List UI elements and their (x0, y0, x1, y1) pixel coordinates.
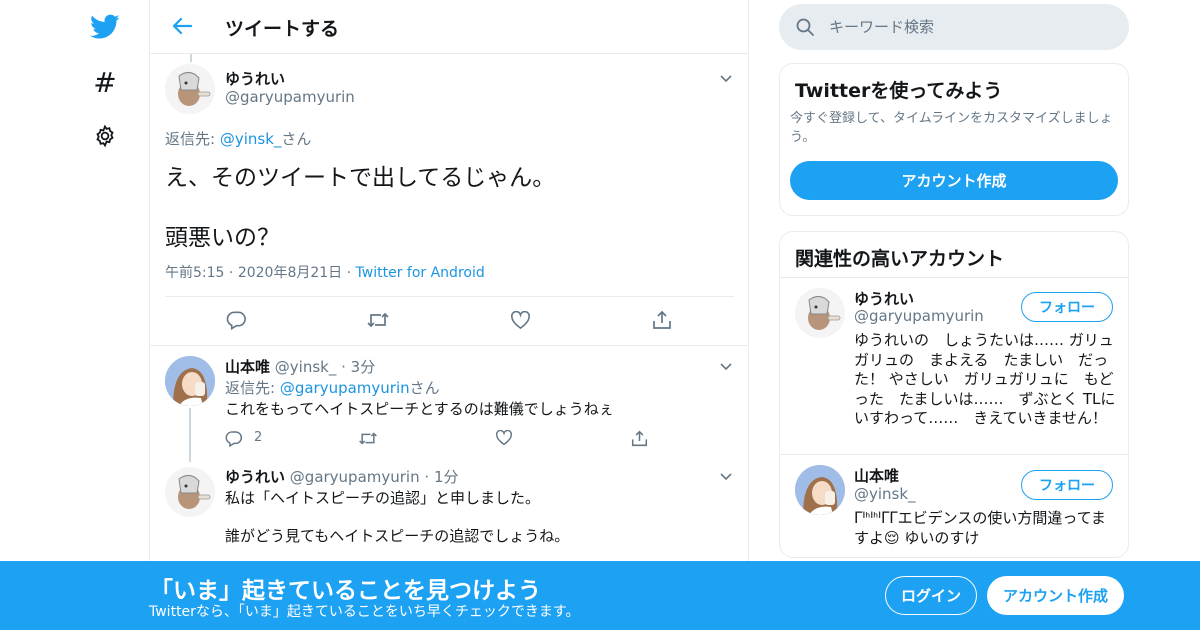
avatar[interactable] (165, 64, 215, 114)
reply-mention-link[interactable]: @garyupamyurin (280, 379, 410, 397)
card-title: 関連性の高いアカウント (795, 248, 1005, 270)
card-description: 今すぐ登録して、タイムラインをカスタマイズしましょう。 (790, 111, 1113, 145)
signup-button[interactable]: アカウント作成 (987, 576, 1124, 615)
account-bio: ᒥᑊᑋᑊᑋᑊᒥᒥエビデンスの使い方間違ってますよ😌 ゆいのすけ (854, 509, 1106, 547)
tweet-text-line: 誰がどう見てもヘイトスピーチの追認でしょうね。 (225, 527, 570, 545)
tweet-time[interactable]: 3分 (351, 358, 376, 376)
reply-header: 山本唯 @yinsk_ · 3分 (225, 356, 375, 377)
like-heart-icon[interactable] (508, 308, 532, 332)
search-icon (795, 17, 815, 37)
twitter-bird-icon[interactable] (88, 10, 122, 44)
author-name[interactable]: ゆうれい (225, 68, 285, 89)
retweet-icon[interactable] (366, 308, 390, 332)
page-header: ツイートする (150, 0, 748, 54)
signup-card: Twitterを使ってみよう 今すぐ登録して、タイムラインをカスタマイズしましょ… (779, 63, 1129, 216)
avatar[interactable] (795, 288, 845, 338)
reply-mention-link[interactable]: @yinsk_ (220, 130, 282, 148)
tweet-date[interactable]: 2020年8月21日 (238, 265, 342, 281)
reply-tweet[interactable]: ゆうれい @garyupamyurin · 1分 私は「ヘイトスピーチの追認」と… (150, 462, 748, 562)
share-icon[interactable] (627, 426, 651, 450)
separator: · (336, 358, 351, 376)
account-handle[interactable]: @yinsk_ (854, 485, 916, 503)
author-handle[interactable]: @garyupamyurin (290, 468, 420, 486)
reply-icon[interactable] (224, 308, 248, 332)
reply-header: ゆうれい @garyupamyurin · 1分 (225, 466, 458, 487)
reply-prefix: 返信先: (225, 379, 280, 397)
search-input[interactable] (829, 4, 1119, 50)
page: # ツイートする ゆうれい @garyupamyurin 返信先: @yinsk… (0, 0, 1200, 630)
search-box[interactable] (779, 4, 1129, 50)
tweet-column: ツイートする ゆうれい @garyupamyurin 返信先: @yinsk_さ… (149, 0, 749, 630)
left-nav: # (0, 0, 150, 630)
login-button[interactable]: ログイン (885, 576, 977, 615)
divider (165, 296, 734, 297)
main-tweet: ゆうれい @garyupamyurin 返信先: @yinsk_さん え、そのツ… (150, 54, 748, 346)
tweet-text: これをもってヘイトスピーチとするのは難儀でしょうねぇ (225, 400, 614, 418)
tweet-text-line: 頭悪いの？ (165, 225, 280, 251)
account-name[interactable]: ゆうれい (854, 288, 914, 309)
reply-suffix: さん (281, 130, 312, 148)
account-bio: ゆうれいの しょうたいは…… ガリュガリュの まよえる たましい だった！ やさ… (854, 331, 1116, 427)
tweet-actions (150, 308, 748, 334)
chevron-down-icon[interactable] (718, 468, 734, 484)
tweet-time[interactable]: 1分 (434, 468, 459, 486)
explore-hash-icon[interactable]: # (88, 65, 122, 99)
avatar[interactable] (165, 356, 215, 406)
author-name[interactable]: ゆうれい (225, 468, 285, 486)
tweet-time[interactable]: 午前5:15 (165, 265, 224, 281)
tweet-actions: 2 (225, 426, 725, 448)
reply-icon[interactable] (222, 426, 246, 450)
separator: · (342, 265, 356, 281)
author-handle[interactable]: @garyupamyurin (225, 88, 355, 106)
banner-subtitle: Twitterなら、「いま」起きていることをいち早くチェックできます。 (149, 604, 580, 620)
chevron-down-icon[interactable] (718, 358, 734, 374)
chevron-down-icon[interactable] (718, 70, 734, 86)
retweet-icon[interactable] (356, 426, 380, 450)
signup-banner: 「いま」起きていることを見つけよう Twitterなら、「いま」起きていることを… (0, 561, 1200, 630)
reply-to: 返信先: @yinsk_さん (165, 128, 311, 149)
follow-button[interactable]: フォロー (1021, 292, 1113, 322)
card-title: Twitterを使ってみよう (795, 80, 1003, 102)
reply-to: 返信先: @garyupamyurinさん (225, 377, 440, 398)
account-item[interactable]: ゆうれい @garyupamyurin フォロー ゆうれいの しょうたいは…… … (780, 278, 1128, 455)
separator: · (224, 265, 238, 281)
tweet-meta: 午前5:15 · 2020年8月21日 · Twitter for Androi… (165, 262, 485, 282)
reply-tweet[interactable]: 山本唯 @yinsk_ · 3分 返信先: @garyupamyurinさん こ… (150, 346, 748, 462)
author-name[interactable]: 山本唯 (225, 358, 270, 376)
share-icon[interactable] (650, 308, 674, 332)
separator: · (419, 468, 434, 486)
page-title: ツイートする (225, 18, 340, 40)
settings-gear-icon[interactable] (88, 119, 122, 153)
thread-line (190, 54, 192, 62)
thread-line (189, 408, 191, 462)
account-item[interactable]: 山本唯 @yinsk_ フォロー ᒥᑊᑋᑊᑋᑊᒥᒥエビデンスの使い方間違ってます… (780, 456, 1128, 557)
tweet-text-line: 私は「ヘイトスピーチの追認」と申しました。 (225, 489, 541, 507)
like-heart-icon[interactable] (492, 426, 516, 450)
banner-title: 「いま」起きていることを見つけよう (150, 578, 541, 604)
back-arrow-icon[interactable] (168, 12, 196, 40)
tweet-text-line: え、そのツイートで出してるじゃん。 (165, 165, 556, 191)
account-handle[interactable]: @garyupamyurin (854, 307, 984, 325)
follow-button[interactable]: フォロー (1021, 470, 1113, 500)
create-account-button[interactable]: アカウント作成 (790, 161, 1118, 200)
reply-prefix: 返信先: (165, 130, 220, 148)
account-name[interactable]: 山本唯 (854, 465, 899, 486)
author-handle[interactable]: @yinsk_ (275, 358, 337, 376)
avatar[interactable] (165, 467, 215, 517)
tweet-source-link[interactable]: Twitter for Android (356, 265, 485, 281)
reply-suffix: さん (409, 379, 440, 397)
avatar[interactable] (795, 465, 845, 515)
reply-count: 2 (254, 430, 263, 445)
related-accounts-card: 関連性の高いアカウント ゆうれい @garyupamyurin フォロー ゆうれ… (779, 231, 1129, 558)
